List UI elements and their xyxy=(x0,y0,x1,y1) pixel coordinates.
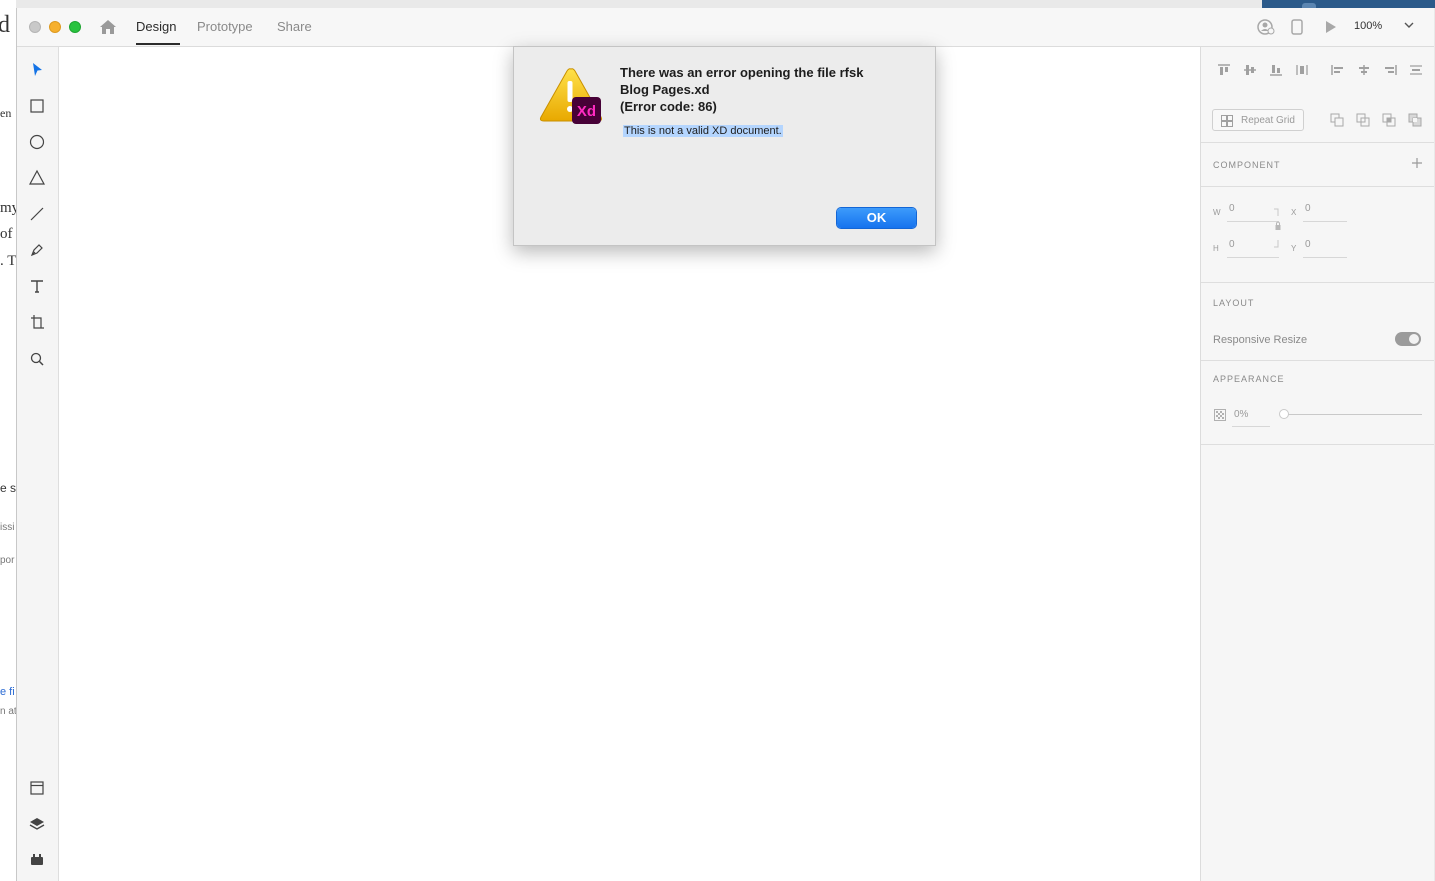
text-tool-icon[interactable] xyxy=(28,277,46,295)
opacity-icon xyxy=(1214,409,1226,421)
dialog-title: There was an error opening the file rfsk… xyxy=(620,64,910,115)
background-text: issi xyxy=(0,522,15,533)
device-preview-icon[interactable] xyxy=(1291,19,1303,35)
add-component-icon[interactable] xyxy=(1412,158,1422,168)
home-icon[interactable] xyxy=(99,19,117,35)
error-dialog: Xd There was an error opening the file r… xyxy=(513,46,936,246)
y-field[interactable]: 0 xyxy=(1305,239,1311,250)
play-icon[interactable] xyxy=(1324,19,1338,35)
background-window-corner xyxy=(1262,0,1435,8)
tab-prototype[interactable]: Prototype xyxy=(197,19,253,34)
dialog-title-line: (Error code: 86) xyxy=(620,99,717,114)
background-text: my xyxy=(0,200,16,216)
select-tool-icon[interactable] xyxy=(28,61,46,79)
ok-button[interactable]: OK xyxy=(837,208,916,228)
layout-label: LAYOUT xyxy=(1213,298,1255,308)
distribute-horizontal-icon[interactable] xyxy=(1409,64,1423,76)
property-inspector: Repeat Grid COMPONENT W 0 H 0 X 0 Y 0 LA… xyxy=(1200,47,1434,881)
artboard-tool-icon[interactable] xyxy=(28,313,46,331)
boolean-add-icon[interactable] xyxy=(1330,113,1344,127)
appearance-label: APPEARANCE xyxy=(1213,374,1285,384)
opacity-slider-handle[interactable] xyxy=(1279,409,1289,419)
responsive-resize-toggle[interactable] xyxy=(1395,332,1421,346)
opacity-slider-track[interactable] xyxy=(1285,414,1422,415)
active-tab-indicator xyxy=(136,43,180,45)
polygon-tool-icon[interactable] xyxy=(28,169,46,187)
opacity-field[interactable]: 0% xyxy=(1234,409,1248,420)
ellipse-tool-icon[interactable] xyxy=(28,133,46,151)
background-window-edge: d en my of . T e s issi por e fi n at xyxy=(0,0,16,881)
close-window-button[interactable] xyxy=(29,21,41,33)
height-label: H xyxy=(1213,244,1219,253)
component-section: COMPONENT xyxy=(1201,142,1434,187)
align-bottom-icon[interactable] xyxy=(1269,64,1283,76)
rectangle-tool-icon[interactable] xyxy=(28,97,46,115)
appearance-section: APPEARANCE 0% xyxy=(1201,360,1434,445)
repeat-grid-button[interactable]: Repeat Grid xyxy=(1212,109,1304,131)
width-field[interactable]: 0 xyxy=(1229,203,1235,214)
x-label: X xyxy=(1291,208,1297,217)
repeat-grid-icon xyxy=(1221,115,1233,127)
repeat-grid-label: Repeat Grid xyxy=(1241,115,1295,126)
y-label: Y xyxy=(1291,244,1297,253)
dialog-message: This is not a valid XD document. xyxy=(623,125,783,137)
plugins-panel-icon[interactable] xyxy=(28,851,46,869)
pen-tool-icon[interactable] xyxy=(28,241,46,259)
minimize-window-button[interactable] xyxy=(49,21,61,33)
lock-aspect-icon[interactable] xyxy=(1273,208,1283,248)
align-top-icon[interactable] xyxy=(1217,64,1231,76)
background-text: en xyxy=(0,106,12,120)
share-user-icon[interactable] xyxy=(1257,19,1275,35)
component-label: COMPONENT xyxy=(1213,160,1281,170)
dialog-title-line: There was an error opening the file rfsk xyxy=(620,65,864,80)
maximize-window-button[interactable] xyxy=(69,21,81,33)
zoom-tool-icon[interactable] xyxy=(28,350,46,368)
boolean-subtract-icon[interactable] xyxy=(1356,113,1370,127)
transform-section: W 0 H 0 X 0 Y 0 xyxy=(1201,186,1434,283)
boolean-intersect-icon[interactable] xyxy=(1382,113,1396,127)
background-text: por xyxy=(0,555,15,566)
align-section: Repeat Grid xyxy=(1201,47,1434,143)
background-text: e s xyxy=(0,481,16,495)
height-field[interactable]: 0 xyxy=(1229,239,1235,250)
align-left-icon[interactable] xyxy=(1331,64,1345,76)
width-label: W xyxy=(1213,208,1221,217)
background-text: . T xyxy=(0,253,16,269)
align-center-icon[interactable] xyxy=(1357,64,1371,76)
tab-design[interactable]: Design xyxy=(136,19,176,34)
layout-section: LAYOUT Responsive Resize xyxy=(1201,282,1434,361)
assets-panel-icon[interactable] xyxy=(28,779,46,797)
align-right-icon[interactable] xyxy=(1383,64,1397,76)
dialog-title-line: Blog Pages.xd xyxy=(620,82,710,97)
zoom-level[interactable]: 100% xyxy=(1354,20,1382,32)
x-field[interactable]: 0 xyxy=(1305,203,1311,214)
title-bar: Design Prototype Share 100% xyxy=(17,8,1434,47)
responsive-resize-label: Responsive Resize xyxy=(1213,334,1308,346)
layers-panel-icon[interactable] xyxy=(28,815,46,833)
chevron-down-icon[interactable] xyxy=(1404,20,1414,30)
boolean-exclude-icon[interactable] xyxy=(1408,113,1422,127)
background-text: d xyxy=(0,12,10,38)
tool-bar xyxy=(17,47,59,881)
background-text: e fi xyxy=(0,686,15,698)
tab-share[interactable]: Share xyxy=(277,19,312,34)
line-tool-icon[interactable] xyxy=(28,205,46,223)
distribute-vertical-icon[interactable] xyxy=(1295,64,1309,76)
align-middle-icon[interactable] xyxy=(1243,64,1257,76)
background-text: n at xyxy=(0,706,16,717)
background-text: of xyxy=(0,226,13,242)
xd-badge: Xd xyxy=(577,103,596,120)
warning-xd-icon: Xd xyxy=(539,68,603,124)
